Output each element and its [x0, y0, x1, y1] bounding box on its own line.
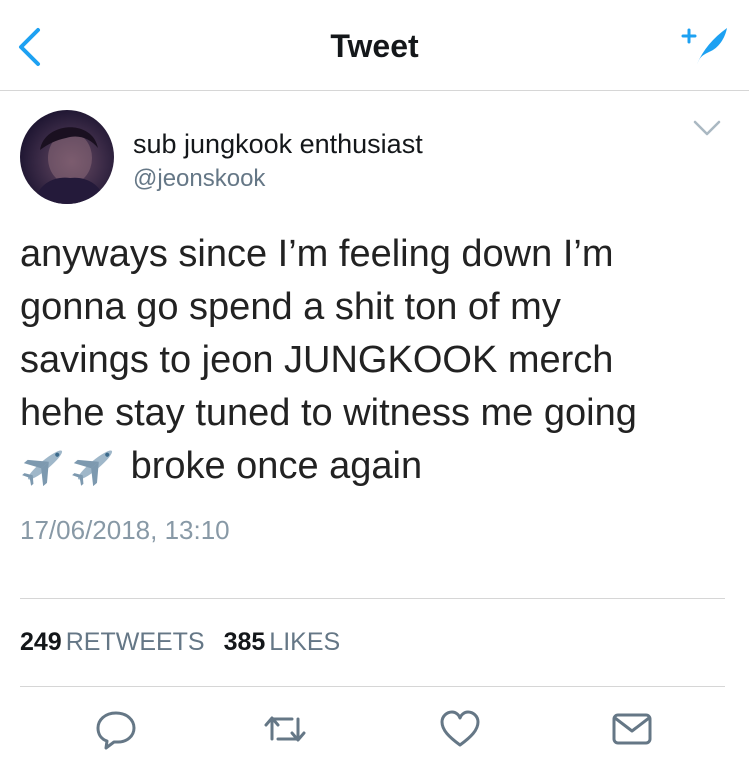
page-title: Tweet [330, 28, 419, 64]
retweets-label[interactable]: RETWEETS [66, 628, 205, 656]
divider [20, 686, 725, 687]
tweet-text-line: savings to jeon JUNGKOOK merch [20, 339, 614, 381]
tweet-text: anyways since I’m feeling down I’m gonna… [20, 228, 735, 493]
tweet-stats: 249 RETWEETS 385 LIKES [20, 628, 352, 657]
retweet-icon[interactable] [262, 707, 308, 751]
tweet-text-line: broke once again [20, 440, 735, 493]
avatar[interactable] [20, 110, 114, 204]
compose-feather-icon[interactable] [681, 24, 731, 68]
tweet-timestamp: 17/06/2018, 13:10 [20, 515, 230, 545]
tweet-text-line: anyways since I’m feeling down I’m [20, 233, 614, 275]
likes-label[interactable]: LIKES [269, 628, 340, 656]
author-handle[interactable]: @jeonskook [133, 165, 265, 193]
tweet-text-line: gonna go spend a shit ton of my [20, 286, 561, 328]
tweet-text-line-end: broke once again [130, 445, 423, 487]
likes-count[interactable]: 385 [224, 628, 266, 656]
author-name[interactable]: sub jungkook enthusiast [133, 129, 423, 160]
message-icon[interactable] [609, 707, 655, 751]
tweet-text-line: hehe stay tuned to witness me going [20, 392, 637, 434]
airplane-emoji [22, 450, 63, 486]
airplane-emoji [72, 450, 113, 486]
avatar-image [34, 127, 106, 204]
like-icon[interactable] [437, 707, 483, 751]
reply-icon[interactable] [93, 707, 139, 751]
retweets-count[interactable]: 249 [20, 628, 62, 656]
chevron-down-icon[interactable] [692, 117, 722, 139]
navigation-bar: Tweet [0, 0, 749, 91]
divider [20, 598, 725, 599]
